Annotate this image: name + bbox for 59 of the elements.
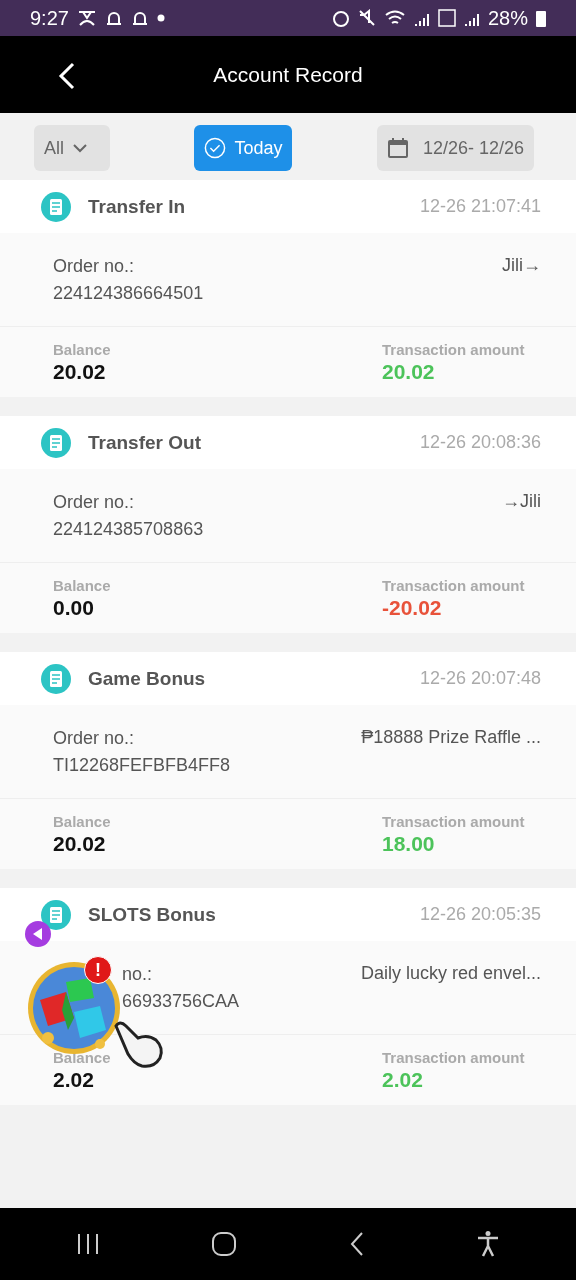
home-button[interactable] <box>211 1231 238 1257</box>
page-title: Account Record <box>213 62 363 87</box>
balance-label: Balance <box>53 340 111 358</box>
order-number: TI12268FEFBFB4FF8 <box>53 754 231 776</box>
balance-value: 20.02 <box>53 359 107 384</box>
wifi-icon <box>383 10 406 26</box>
date-range-button[interactable]: 12/26- 12/26 <box>376 125 534 171</box>
receipt-icon <box>40 190 72 223</box>
balance-label: Balance <box>53 1048 111 1066</box>
order-label: Order no.: <box>53 255 136 277</box>
accessibility-button[interactable] <box>476 1230 501 1258</box>
recent-apps-button[interactable] <box>75 1233 100 1255</box>
amount-label: Transaction amount <box>382 812 526 830</box>
receipt-icon <box>40 426 72 459</box>
nav-back-button[interactable] <box>348 1231 365 1257</box>
record-time: 12-26 20:08:36 <box>419 432 541 453</box>
order-label: Order no.: <box>53 727 136 749</box>
balance-value: 0.00 <box>53 595 95 620</box>
receipt-icon <box>40 662 72 695</box>
chevron-down-icon <box>72 143 88 153</box>
order-number: 224124386664501 <box>53 282 204 304</box>
dot-icon <box>156 14 165 22</box>
order-number: 224124385708863 <box>53 518 204 540</box>
record-time: 12-26 21:07:41 <box>419 196 541 217</box>
balance-value: 20.02 <box>53 831 107 856</box>
amount-value: 18.00 <box>382 831 436 856</box>
status-time: 9:27 <box>30 6 69 30</box>
record-detail: Jili→ <box>502 255 541 276</box>
record-time: 12-26 20:05:35 <box>419 904 541 925</box>
record-title: Transfer Out <box>88 431 202 454</box>
amount-value: 20.02 <box>382 359 436 384</box>
amount-value: 2.02 <box>382 1067 424 1092</box>
record-title: Game Bonus <box>88 667 207 690</box>
order-number: 66933756CAA <box>122 990 240 1012</box>
balance-label: Balance <box>53 576 111 594</box>
amount-label: Transaction amount <box>382 340 526 358</box>
collapse-icon[interactable] <box>24 920 52 948</box>
type-dropdown[interactable]: All <box>34 125 110 171</box>
mute-icon <box>357 9 376 27</box>
record-detail: Daily lucky red envel... <box>360 963 541 984</box>
record-title: Transfer In <box>88 195 187 218</box>
record-detail: →Jili <box>502 491 541 512</box>
record-title: SLOTS Bonus <box>88 903 217 926</box>
amount-value: -20.02 <box>382 595 443 620</box>
balance-label: Balance <box>53 812 111 830</box>
record-time: 12-26 20:07:48 <box>419 668 541 689</box>
receipt-icon <box>40 898 72 931</box>
amount-label: Transaction amount <box>382 576 526 594</box>
order-label: no.: <box>122 963 154 985</box>
missed-call-icon <box>76 8 97 28</box>
amount-label: Transaction amount <box>382 1048 526 1066</box>
today-button[interactable]: Today <box>194 125 293 171</box>
record-detail: ₱18888 Prize Raffle ... <box>361 727 541 748</box>
battery-percentage: 28% <box>487 6 528 30</box>
check-circle-icon <box>204 136 227 160</box>
battery-icon <box>536 9 546 27</box>
calendar-icon <box>386 137 409 159</box>
order-label: Order no.: <box>53 491 136 513</box>
balance-value: 2.02 <box>53 1067 95 1092</box>
